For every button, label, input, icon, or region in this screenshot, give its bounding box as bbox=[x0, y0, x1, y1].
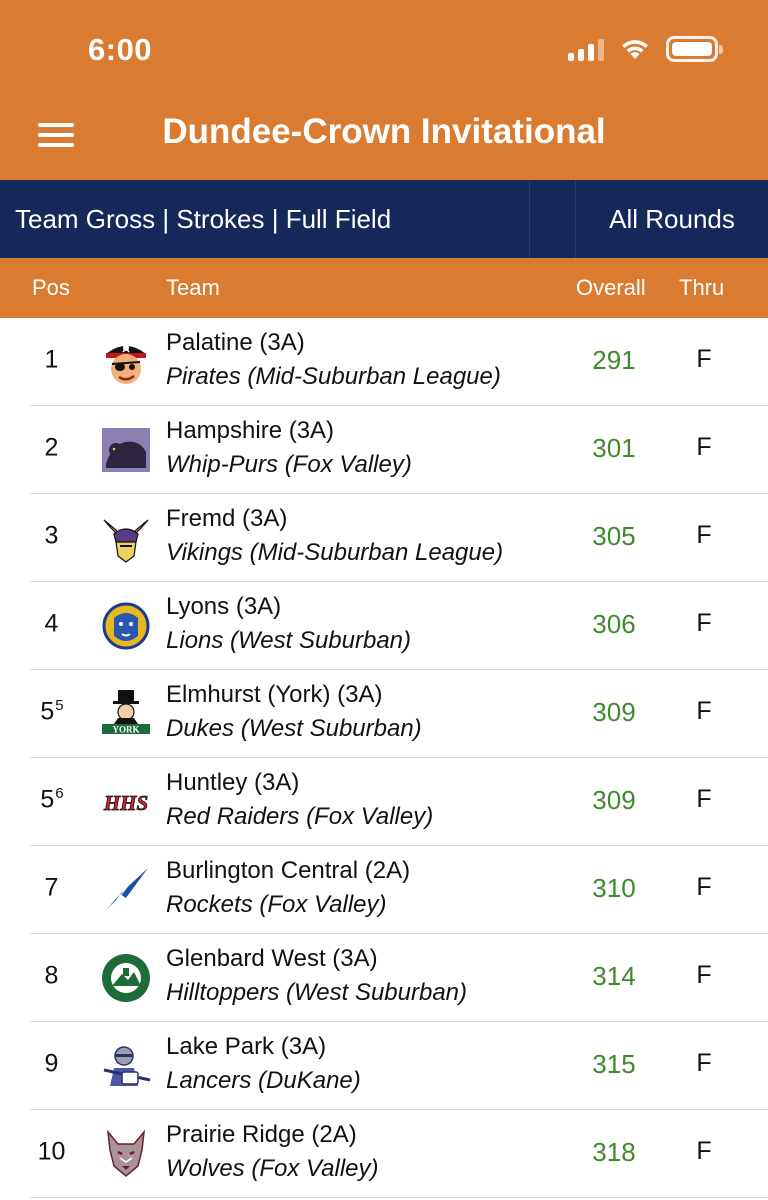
team-name: Hampshire (3A) bbox=[166, 417, 335, 444]
leaderboard-row[interactable]: 56 HHS Huntley (3A) Red Raiders (Fox Val… bbox=[0, 758, 768, 846]
overall-score: 291 bbox=[592, 345, 636, 375]
hilltopper-logo-icon bbox=[102, 954, 150, 1002]
filter-bar: Team Gross | Strokes | Full Field All Ro… bbox=[0, 180, 768, 258]
team-league: Vikings (Mid-Suburban League) bbox=[166, 539, 504, 566]
thru-status: F bbox=[696, 1049, 712, 1077]
team-league: Rockets (Fox Valley) bbox=[166, 891, 387, 918]
thru-status: F bbox=[696, 1137, 712, 1165]
app-header: 6:00 Dundee-Crown Invitational bbox=[0, 0, 768, 180]
column-team[interactable]: Team bbox=[166, 275, 220, 301]
column-header: Pos Team Overall Thru bbox=[0, 258, 768, 318]
cellular-signal-icon bbox=[568, 37, 604, 61]
overall-score: 310 bbox=[592, 873, 636, 903]
row-position: 8 bbox=[44, 961, 59, 990]
leaderboard-row[interactable]: 1 Palatine (3A) Pirates (Mid-Suburban Le… bbox=[0, 318, 768, 406]
team-league: Lancers (DuKane) bbox=[166, 1067, 361, 1094]
filter-divider bbox=[530, 180, 576, 258]
leaderboard-row[interactable]: 4 Lyons (3A) Lions (West Suburban) 306 F bbox=[0, 582, 768, 670]
overall-score: 301 bbox=[592, 433, 636, 463]
duke-logo-icon: YORK bbox=[102, 690, 150, 735]
row-position: 1 bbox=[44, 345, 59, 374]
thru-status: F bbox=[696, 697, 712, 725]
leaderboard-row[interactable]: 7 Burlington Central (2A) Rockets (Fox V… bbox=[0, 846, 768, 934]
leaderboard-row[interactable]: 9 Lake Park (3A) Lancers (DuKane) 315 F bbox=[0, 1022, 768, 1110]
leaderboard-row[interactable]: 2 Hampshire (3A) Whip-Purs (Fox Valley) … bbox=[0, 406, 768, 494]
thru-status: F bbox=[696, 961, 712, 989]
team-league: Hilltoppers (West Suburban) bbox=[166, 979, 468, 1006]
wifi-icon bbox=[622, 40, 648, 59]
svg-text:HHS: HHS bbox=[103, 791, 148, 815]
row-position: 3 bbox=[44, 521, 59, 550]
rounds-filter-button[interactable]: All Rounds bbox=[576, 180, 768, 258]
column-thru[interactable]: Thru bbox=[679, 275, 724, 301]
team-league: Whip-Purs (Fox Valley) bbox=[166, 451, 412, 478]
leaderboard-row[interactable]: 3 Fremd (3A) Vikings (Mid-Suburban Leagu… bbox=[0, 494, 768, 582]
team-name: Glenbard West (3A) bbox=[166, 945, 378, 972]
overall-score: 314 bbox=[592, 961, 636, 991]
team-name: Fremd (3A) bbox=[166, 505, 288, 532]
row-position: 56 bbox=[40, 785, 64, 814]
thru-status: F bbox=[696, 609, 712, 637]
team-league: Wolves (Fox Valley) bbox=[166, 1155, 379, 1182]
overall-score: 318 bbox=[592, 1137, 636, 1167]
team-name: Prairie Ridge (2A) bbox=[166, 1121, 357, 1148]
column-pos[interactable]: Pos bbox=[32, 275, 70, 301]
leaderboard-row[interactable]: 10 Prairie Ridge (2A) Wolves (Fox Valley… bbox=[0, 1110, 768, 1198]
row-position: 7 bbox=[44, 873, 59, 902]
rocket-logo-icon bbox=[106, 868, 148, 912]
lancer-logo-icon bbox=[103, 1046, 151, 1086]
leaderboard-row[interactable]: 55 YORK Elmhurst (York) (3A) Dukes (West… bbox=[0, 670, 768, 758]
thru-status: F bbox=[696, 433, 712, 461]
team-name: Burlington Central (2A) bbox=[166, 857, 411, 884]
row-position: 10 bbox=[37, 1137, 66, 1166]
thru-status: F bbox=[696, 345, 712, 373]
team-name: Huntley (3A) bbox=[166, 769, 300, 796]
wolf-logo-icon bbox=[106, 1129, 146, 1177]
panther-logo-icon bbox=[102, 428, 150, 472]
row-position: 2 bbox=[44, 433, 59, 462]
team-name: Palatine (3A) bbox=[166, 329, 305, 356]
status-time: 6:00 bbox=[88, 32, 153, 67]
team-league: Lions (West Suburban) bbox=[166, 627, 412, 654]
svg-text:YORK: YORK bbox=[113, 725, 140, 735]
scoring-filter-button[interactable]: Team Gross | Strokes | Full Field bbox=[0, 180, 530, 258]
column-overall[interactable]: Overall bbox=[576, 275, 646, 301]
team-league: Pirates (Mid-Suburban League) bbox=[166, 363, 501, 390]
thru-status: F bbox=[696, 785, 712, 813]
row-position: 9 bbox=[44, 1049, 59, 1078]
row-position: 4 bbox=[44, 609, 59, 638]
viking-logo-icon bbox=[103, 519, 149, 563]
leaderboard-row[interactable]: 8 Glenbard West (3A) Hilltoppers (West S… bbox=[0, 934, 768, 1022]
overall-score: 309 bbox=[592, 785, 636, 815]
overall-score: 305 bbox=[592, 521, 636, 551]
leaderboard-list: 1 Palatine (3A) Pirates (Mid-Suburban Le… bbox=[0, 318, 768, 1198]
thru-status: F bbox=[696, 521, 712, 549]
team-league: Red Raiders (Fox Valley) bbox=[166, 803, 434, 830]
team-name: Lyons (3A) bbox=[166, 593, 282, 620]
page-title: Dundee-Crown Invitational bbox=[162, 112, 606, 151]
thru-status: F bbox=[696, 873, 712, 901]
overall-score: 309 bbox=[592, 697, 636, 727]
team-name: Lake Park (3A) bbox=[166, 1033, 327, 1060]
lion-logo-icon bbox=[102, 602, 150, 650]
status-icons bbox=[568, 36, 723, 62]
team-league: Dukes (West Suburban) bbox=[166, 715, 422, 742]
overall-score: 306 bbox=[592, 609, 636, 639]
row-position: 55 bbox=[40, 697, 64, 726]
hhs-logo-icon: HHS bbox=[102, 791, 148, 816]
pirate-logo-icon bbox=[106, 343, 146, 384]
battery-icon bbox=[666, 36, 723, 62]
overall-score: 315 bbox=[592, 1049, 636, 1079]
team-name: Elmhurst (York) (3A) bbox=[166, 681, 383, 708]
